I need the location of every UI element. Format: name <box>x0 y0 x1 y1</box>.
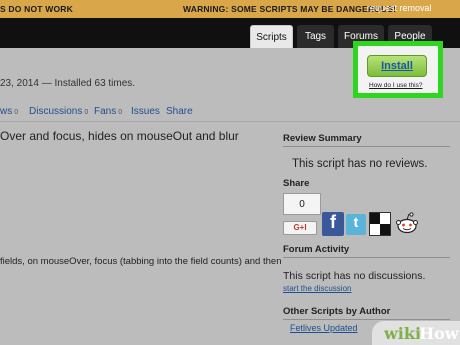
tab-scripts[interactable]: Scripts <box>250 25 293 48</box>
no-discussions-text: This script has no discussions. <box>283 270 426 282</box>
description-line-2: fields, on mouseOver, focus (tabbing int… <box>0 256 282 267</box>
gplus-button[interactable]: G+I <box>283 221 317 235</box>
subnav-fans[interactable]: Fans 0 <box>94 106 122 117</box>
review-summary-heading: Review Summary <box>283 133 362 144</box>
tab-tags[interactable]: Tags <box>297 25 334 48</box>
request-removal-link[interactable]: request removal <box>367 3 432 13</box>
divider <box>283 257 450 258</box>
reddit-icon[interactable] <box>394 210 420 236</box>
share-heading: Share <box>283 178 310 189</box>
subnav-discussions[interactable]: Discussions 0 <box>29 106 88 117</box>
install-highlight: Install How do I use this? <box>353 41 443 98</box>
subnav-fans-count: 0 <box>118 109 123 116</box>
share-count: 0 <box>283 193 321 215</box>
script-meta: 23, 2014 — Installed 63 times. <box>0 78 136 89</box>
warning-left-text: S DO NOT WORK <box>0 4 73 14</box>
forum-activity-heading: Forum Activity <box>283 244 350 255</box>
subnav-discussions-label: Discussions <box>29 106 83 117</box>
delicious-icon[interactable] <box>369 212 391 236</box>
other-scripts-heading: Other Scripts by Author <box>283 306 391 317</box>
subnav-discussions-count: 0 <box>84 109 89 116</box>
install-button[interactable]: Install <box>367 55 427 77</box>
subnav-reviews-count: 0 <box>14 109 19 116</box>
twitter-icon[interactable]: t <box>346 214 366 235</box>
watermark-how: How <box>419 324 459 343</box>
subnav-fans-label: Fans <box>94 106 117 117</box>
watermark-wiki: wiki <box>384 324 422 343</box>
description-line-1: Over and focus, hides on mouseOut and bl… <box>0 129 239 143</box>
warning-text: WARNING: SOME SCRIPTS MAY BE DANGEROUS! <box>183 4 397 14</box>
divider <box>0 121 460 122</box>
wikihow-watermark: wiki How <box>372 321 460 345</box>
subnav-reviews-label: ws <box>0 106 13 117</box>
divider <box>283 319 450 320</box>
start-discussion-link[interactable]: start the discussion <box>283 284 351 293</box>
subnav-issues[interactable]: Issues <box>131 106 160 117</box>
facebook-icon[interactable]: f <box>322 212 344 236</box>
other-script-link[interactable]: Fetlives Updated <box>290 323 358 333</box>
no-reviews-text: This script has no reviews. <box>292 158 428 170</box>
divider <box>283 146 450 147</box>
subnav-share[interactable]: Share <box>166 106 193 117</box>
warning-bar: S DO NOT WORK WARNING: SOME SCRIPTS MAY … <box>0 0 460 18</box>
how-to-use-link[interactable]: How do I use this? <box>369 82 422 89</box>
subnav-reviews[interactable]: ws 0 <box>0 106 18 117</box>
